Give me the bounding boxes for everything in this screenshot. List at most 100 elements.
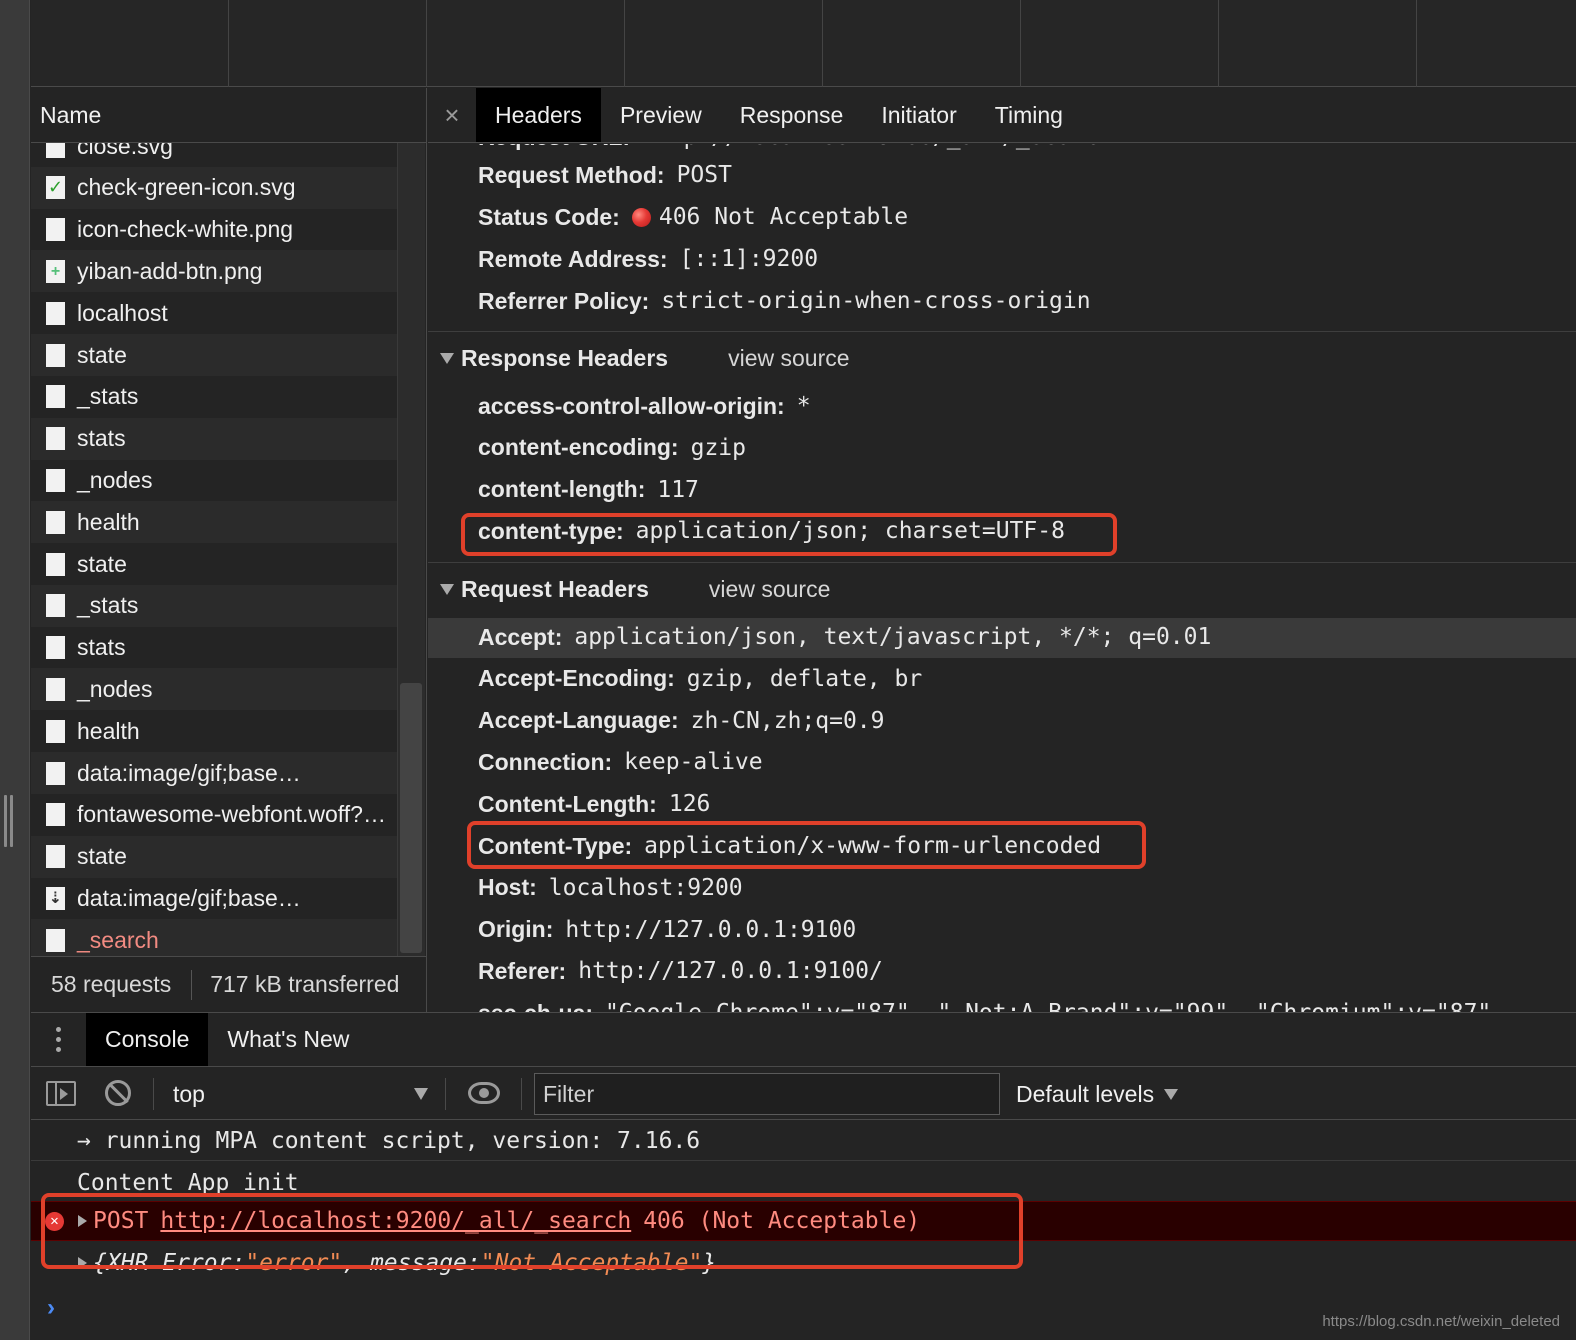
tab-headers[interactable]: Headers <box>476 88 601 142</box>
header-value: localhost:9200 <box>548 874 743 901</box>
status-error-dot-icon <box>631 207 651 227</box>
tab-preview[interactable]: Preview <box>601 88 721 142</box>
file-icon <box>46 427 65 451</box>
request-name: health <box>77 717 140 744</box>
request-view-source-link[interactable]: view source <box>709 576 830 603</box>
close-icon[interactable]: × <box>428 88 476 142</box>
header-key: content-length: <box>478 476 646 503</box>
highlight-box-response-content-type <box>461 513 1117 556</box>
more-options-icon[interactable] <box>31 1013 86 1066</box>
request-count: 58 requests <box>51 971 172 997</box>
request-list-panel: Name close.svg ✓ check-green-icon.svg icon-… <box>31 88 427 1012</box>
request-name: _nodes <box>77 466 153 493</box>
request-row[interactable]: _nodes <box>31 668 397 711</box>
devtools-dock-gutter <box>0 0 30 1340</box>
header-row: Content-Length: 126 <box>478 783 710 825</box>
request-row[interactable]: close.svg <box>31 143 397 167</box>
live-expression-eye-icon[interactable] <box>468 1082 500 1104</box>
image-add-icon: + <box>46 259 65 283</box>
clear-console-icon[interactable] <box>105 1080 131 1106</box>
header-value: http://127.0.0.1:9100 <box>565 916 857 943</box>
console-drawer: Console What's New top Default levels → … <box>31 1012 1576 1340</box>
request-row[interactable]: stats <box>31 417 397 460</box>
highlight-box-console-error <box>41 1193 1023 1269</box>
response-headers-section[interactable]: Response Headers view source <box>440 337 850 379</box>
request-row[interactable]: state <box>31 334 397 376</box>
header-row: Accept: application/json, text/javascript… <box>478 616 1211 658</box>
request-name: stats <box>77 634 126 661</box>
watermark: https://blog.csdn.net/weixin_deleted <box>1322 1313 1560 1330</box>
dropdown-arrow-icon <box>1164 1088 1179 1100</box>
request-list: close.svg ✓ check-green-icon.svg icon-check… <box>31 143 397 956</box>
tab-console[interactable]: Console <box>86 1013 209 1066</box>
network-timeline-overview[interactable] <box>31 0 1576 87</box>
name-column-header[interactable]: Name <box>31 88 426 143</box>
request-row[interactable]: health <box>31 710 397 752</box>
request-row[interactable]: health <box>31 501 397 544</box>
show-sidebar-icon[interactable] <box>46 1081 76 1106</box>
tab-whats-new[interactable]: What's New <box>208 1013 368 1066</box>
tab-timing[interactable]: Timing <box>976 88 1082 142</box>
log-levels-label: Default levels <box>1016 1080 1155 1107</box>
header-key: Referer: <box>478 957 567 984</box>
request-row[interactable]: fontawesome-webfont.woff?… <box>31 794 397 836</box>
request-name: data:image/gif;base… <box>77 884 301 911</box>
request-name: localhost <box>77 299 168 326</box>
request-row[interactable]: icon-check-white.png <box>31 209 397 251</box>
header-value: 117 <box>657 476 699 503</box>
request-row[interactable]: data:image/gif;base… <box>31 752 397 794</box>
response-view-source-link[interactable]: view source <box>728 345 849 372</box>
header-key: Accept-Language: <box>478 707 679 734</box>
request-row[interactable]: _nodes <box>31 459 397 501</box>
network-summary-bar: 58 requests 717 kB transferred <box>31 956 427 1012</box>
general-header-row: Request Method: POST <box>478 161 732 189</box>
header-key: content-encoding: <box>478 434 679 461</box>
header-row: Host: localhost:9200 <box>478 867 743 909</box>
request-name: health <box>77 508 140 535</box>
request-row[interactable]: state <box>31 543 397 585</box>
request-row[interactable]: _stats <box>31 584 397 627</box>
header-key: Host: <box>478 874 537 901</box>
request-row[interactable]: localhost <box>31 292 397 334</box>
resize-handle[interactable] <box>4 795 14 847</box>
name-column-label: Name <box>40 101 102 128</box>
svg-file-icon <box>46 143 65 158</box>
header-row: Origin: http://127.0.0.1:9100 <box>478 909 856 951</box>
file-icon <box>46 636 65 660</box>
request-row[interactable]: state <box>31 835 397 878</box>
collapse-triangle-icon <box>440 352 454 364</box>
dropdown-arrow-icon[interactable] <box>414 1088 428 1100</box>
file-icon <box>46 218 65 242</box>
general-header-row: Referrer Policy: strict-origin-when-cross… <box>478 287 1091 315</box>
console-toolbar: top Default levels <box>31 1068 1576 1120</box>
console-filter-input[interactable] <box>534 1073 1000 1115</box>
gif-file-icon: ⇣ <box>46 886 65 910</box>
header-value: 126 <box>668 791 711 818</box>
console-prompt-icon[interactable]: › <box>47 1294 55 1322</box>
request-name: check-green-icon.svg <box>77 174 296 201</box>
tab-initiator[interactable]: Initiator <box>862 88 975 142</box>
request-row[interactable]: _stats <box>31 376 397 418</box>
request-list-scrollbar[interactable] <box>397 143 425 956</box>
console-messages: → running MPA content script, version: 7… <box>31 1121 1576 1340</box>
file-icon <box>46 552 65 576</box>
request-row[interactable]: stats <box>31 627 397 669</box>
header-value: * <box>796 393 811 419</box>
request-row[interactable]: _search <box>31 919 397 956</box>
header-key: Accept: <box>478 623 563 650</box>
header-key: Connection: <box>478 748 613 775</box>
file-icon <box>46 301 65 325</box>
request-name: yiban-add-btn.png <box>77 257 263 284</box>
request-headers-section[interactable]: Request Headers view source <box>440 568 830 610</box>
header-key: Accept-Encoding: <box>478 665 675 692</box>
request-row[interactable]: + yiban-add-btn.png <box>31 250 397 293</box>
context-selector[interactable]: top <box>157 1068 437 1120</box>
log-levels-dropdown[interactable]: Default levels <box>1016 1068 1179 1120</box>
scrollbar-thumb[interactable] <box>400 683 422 953</box>
request-row[interactable]: ⇣ data:image/gif;base… <box>31 877 397 919</box>
header-row: content-length: 117 <box>478 469 699 511</box>
request-row[interactable]: ✓ check-green-icon.svg <box>31 166 397 209</box>
tab-response[interactable]: Response <box>721 88 863 142</box>
file-icon <box>46 761 65 785</box>
file-icon <box>46 594 65 618</box>
